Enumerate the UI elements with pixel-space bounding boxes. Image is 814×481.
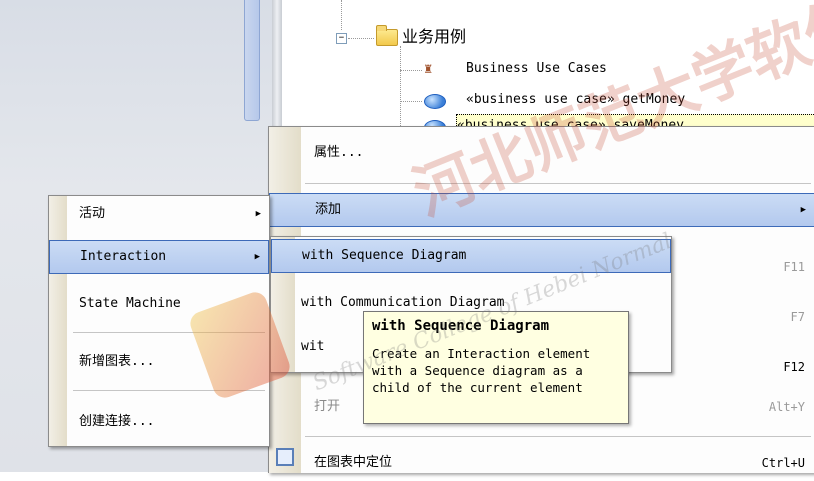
tree-line <box>400 101 422 102</box>
menu-shortcut: F11 <box>783 260 805 274</box>
scrollbar-thumb[interactable] <box>244 0 260 121</box>
tree-item-business-use-cases[interactable]: Business Use Cases <box>466 58 607 80</box>
menu-tooltip: with Sequence Diagram Create an Interact… <box>363 311 629 424</box>
tree-line <box>400 46 401 126</box>
submenu-arrow-icon: ▶ <box>255 209 261 219</box>
menu-separator <box>73 390 265 391</box>
menu-item-state-machine[interactable]: State Machine <box>49 286 269 322</box>
menu-item-with-sequence-diagram[interactable]: with Sequence Diagram <box>271 239 671 273</box>
tooltip-line: with a Sequence diagram as a <box>372 363 583 378</box>
menu-item-locate-in-diagram[interactable]: 在图表中定位 Ctrl+U <box>269 445 814 481</box>
menu-item-create-connection[interactable]: 创建连接... <box>49 404 269 440</box>
menu-item-new-diagram[interactable]: 新增图表... <box>49 344 269 380</box>
menu-separator <box>73 332 265 333</box>
menu-separator <box>305 183 811 184</box>
menu-item-add[interactable]: 添加 ▶ <box>269 193 814 227</box>
folder-icon <box>376 25 398 46</box>
submenu-arrow-icon: ▶ <box>800 205 806 215</box>
menu-shortcut: Ctrl+U <box>761 456 805 470</box>
tooltip-title: with Sequence Diagram <box>372 318 550 334</box>
menu-item-label: State Machine <box>79 296 181 311</box>
locate-in-diagram-icon <box>276 448 294 466</box>
menu-item-label: 新增图表... <box>79 354 155 369</box>
menu-item-label: 添加 <box>315 202 342 217</box>
menu-item-label: 创建连接... <box>79 414 155 429</box>
tree-line <box>341 0 342 30</box>
tree-folder-label[interactable]: 业务用例 <box>402 26 466 48</box>
menu-item-label: 属性... <box>314 145 364 160</box>
tooltip-line: child of the current element <box>372 380 583 395</box>
menu-item-label: 活动 <box>79 206 106 221</box>
menu-separator <box>305 436 811 437</box>
tree-item-getmoney[interactable]: «business use case» getMoney <box>466 89 685 111</box>
menu-shortcut: Alt+Y <box>768 400 805 414</box>
menu-item-activity[interactable]: 活动 ▶ <box>49 196 269 232</box>
menu-item-label: with Sequence Diagram <box>302 248 467 263</box>
collapse-toggle-icon[interactable]: − <box>336 33 347 44</box>
use-case-icon <box>424 94 446 109</box>
business-actor-icon: ♜ <box>424 61 433 77</box>
add-submenu: 活动 ▶ Interaction ▶ State Machine 新增图表...… <box>48 195 270 447</box>
menu-item-interaction[interactable]: Interaction ▶ <box>49 240 269 274</box>
menu-item-label: 在图表中定位 <box>314 455 393 470</box>
menu-item-label: wit <box>301 339 325 354</box>
menu-item-label: Interaction <box>80 249 167 264</box>
tooltip-line: Create an Interaction element <box>372 346 591 361</box>
tree-line <box>400 70 422 71</box>
menu-item-properties[interactable]: 属性... <box>269 135 814 171</box>
menu-shortcut: F7 <box>790 310 805 324</box>
tree-line <box>348 38 374 39</box>
menu-shortcut: F12 <box>783 360 805 374</box>
menu-item-label: 打开 <box>314 399 341 414</box>
submenu-arrow-icon: ▶ <box>254 252 260 262</box>
